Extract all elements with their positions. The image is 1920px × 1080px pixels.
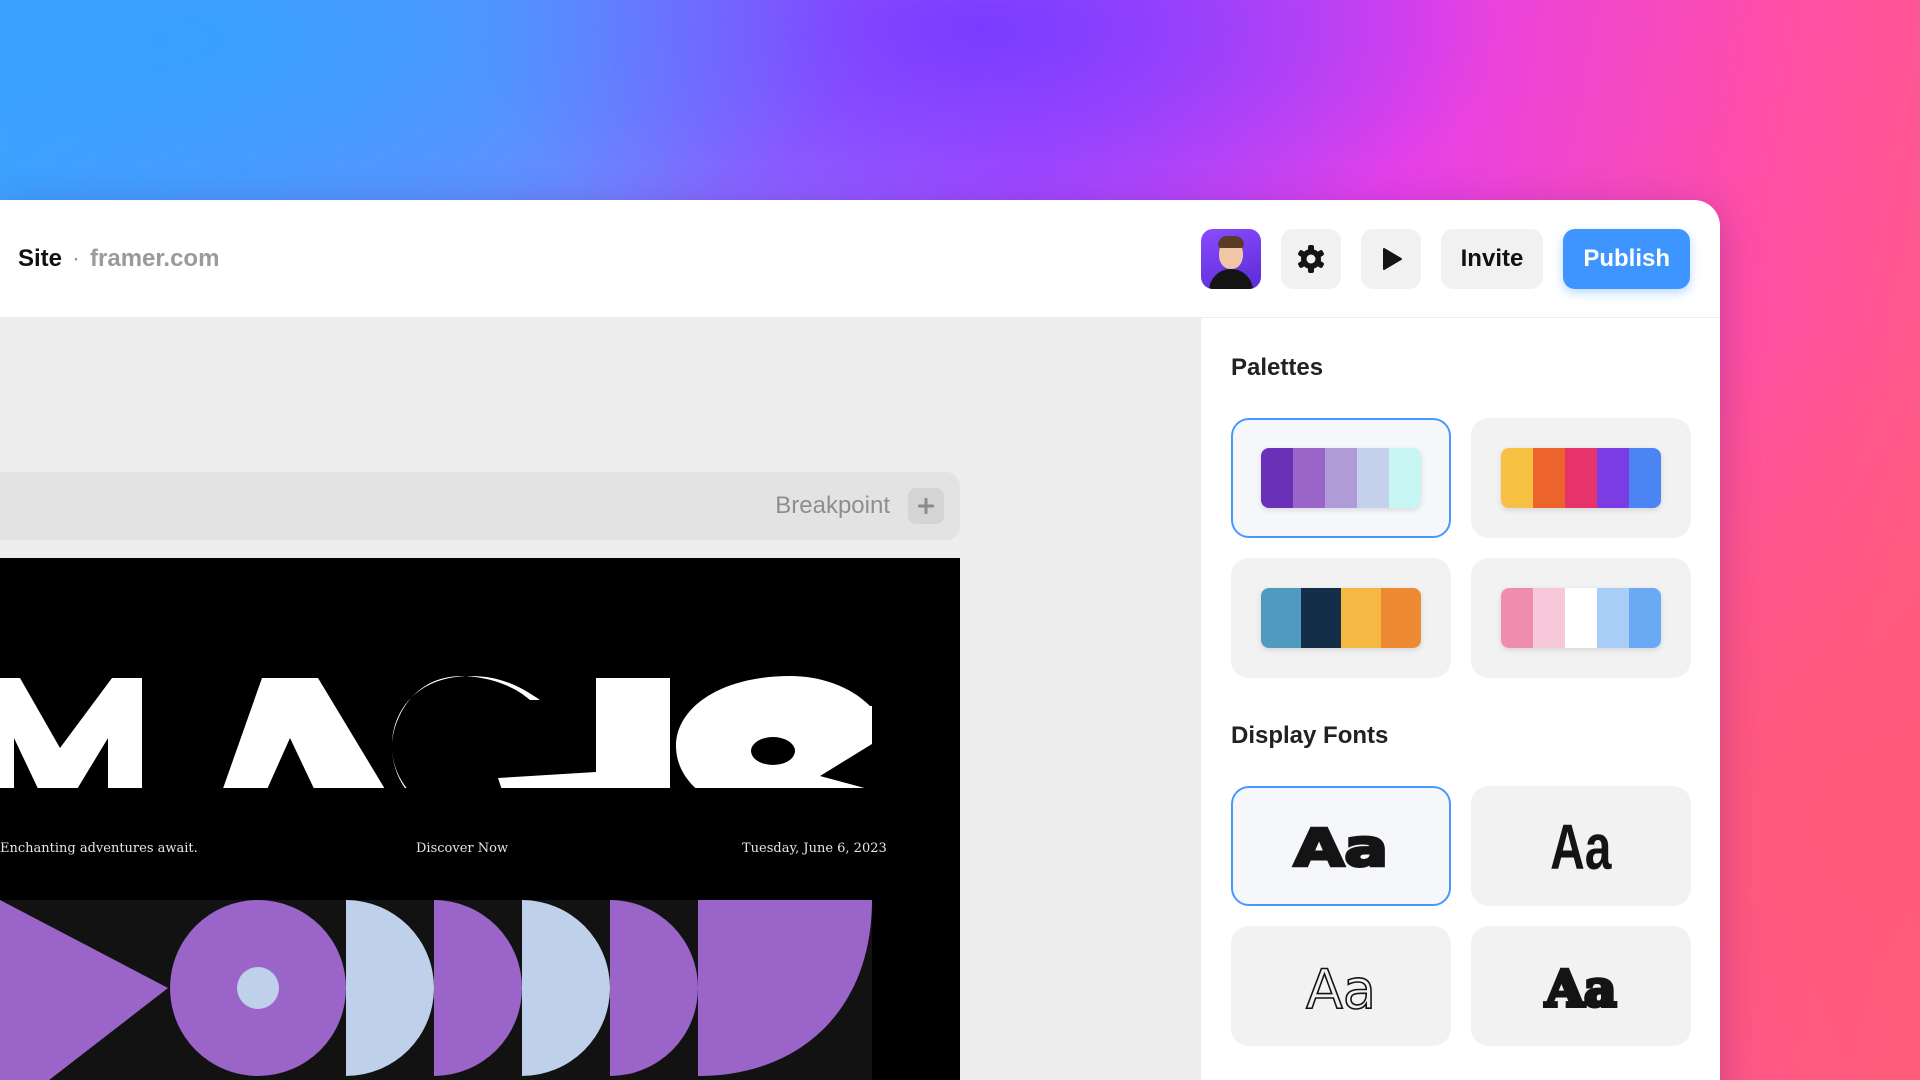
play-icon <box>1382 247 1402 270</box>
top-bar: Site · framer.com Invite Publish <box>0 200 1720 318</box>
svg-text:Aa: Aa <box>1306 958 1376 1016</box>
color-swatch <box>1533 448 1565 508</box>
font-sample-condensed: Aa <box>1550 811 1612 881</box>
color-swatch <box>1293 448 1325 508</box>
palette-card[interactable] <box>1231 558 1451 678</box>
svg-text:Aa: Aa <box>1294 817 1388 876</box>
font-card[interactable]: Aa <box>1231 786 1451 906</box>
add-breakpoint-button[interactable] <box>908 488 944 524</box>
color-swatch <box>1565 448 1597 508</box>
color-swatch <box>1597 448 1629 508</box>
headline-letter-c <box>676 676 872 788</box>
font-sample-outline: Aa <box>1305 957 1377 1016</box>
color-swatch <box>1501 448 1533 508</box>
font-sample-wide: Aa <box>1292 816 1390 876</box>
display-fonts-title: Display Fonts <box>1231 722 1389 749</box>
settings-button[interactable] <box>1280 228 1341 289</box>
breakpoint-bar: Breakpoint <box>0 472 960 540</box>
palette-swatches <box>1261 448 1421 508</box>
color-swatch <box>1357 448 1389 508</box>
invite-button[interactable]: Invite <box>1440 228 1544 289</box>
palette-grid <box>1231 418 1691 678</box>
color-swatch <box>1261 448 1293 508</box>
color-swatch <box>1325 448 1357 508</box>
svg-text:Aa: Aa <box>1550 811 1612 881</box>
color-swatch <box>1389 448 1421 508</box>
color-swatch <box>1629 588 1661 648</box>
publish-button[interactable]: Publish <box>1563 228 1690 289</box>
color-swatch <box>1301 588 1341 648</box>
title-separator: · <box>72 244 81 272</box>
gear-icon <box>1297 244 1324 273</box>
style-panel: Palettes Display Fonts Aa Aa Aa Aa <box>1200 318 1720 1080</box>
shape-pattern <box>0 900 872 1080</box>
color-swatch <box>1533 588 1565 648</box>
palette-card[interactable] <box>1471 418 1691 538</box>
color-swatch <box>1341 588 1381 648</box>
color-swatch <box>1597 588 1629 648</box>
font-sample-blackletter: Aa <box>1542 957 1618 1016</box>
app-window: Site · framer.com Invite Publish Breakpo… <box>0 200 1720 1080</box>
font-card[interactable]: Aa <box>1471 786 1691 906</box>
headline-letter-m <box>0 678 142 788</box>
color-swatch <box>1261 588 1301 648</box>
shape-dot <box>237 967 279 1009</box>
color-swatch <box>1501 588 1533 648</box>
artboard-date: Tuesday, June 6, 2023 <box>742 841 887 856</box>
canvas[interactable]: Breakpoint Enchanting adventures await. … <box>0 318 1200 1080</box>
site-title: Site <box>18 244 63 272</box>
palettes-title: Palettes <box>1231 354 1324 381</box>
preview-button[interactable] <box>1360 228 1421 289</box>
color-swatch <box>1629 448 1661 508</box>
palette-card[interactable] <box>1231 418 1451 538</box>
artboard-frame[interactable]: Enchanting adventures await. Discover No… <box>0 558 960 1080</box>
palette-swatches <box>1501 448 1661 508</box>
font-card[interactable]: Aa <box>1231 926 1451 1046</box>
palette-swatches <box>1501 588 1661 648</box>
avatar[interactable] <box>1200 228 1261 289</box>
font-card[interactable]: Aa <box>1471 926 1691 1046</box>
breakpoint-label: Breakpoint <box>775 492 890 519</box>
headline-graphic <box>0 676 872 788</box>
font-grid: Aa Aa Aa Aa <box>1231 786 1691 1046</box>
artboard-cta[interactable]: Discover Now <box>416 841 508 856</box>
plus-icon <box>918 498 934 514</box>
headline-letter-a <box>223 678 385 788</box>
site-domain[interactable]: framer.com <box>90 245 219 273</box>
headline-letter-i <box>596 678 670 788</box>
artboard-tagline: Enchanting adventures await. <box>0 841 198 856</box>
palette-swatches <box>1261 588 1421 648</box>
palette-card[interactable] <box>1471 558 1691 678</box>
headline-letter-g <box>392 676 596 788</box>
color-swatch <box>1381 588 1421 648</box>
color-swatch <box>1565 588 1597 648</box>
svg-text:Aa: Aa <box>1544 959 1616 1016</box>
